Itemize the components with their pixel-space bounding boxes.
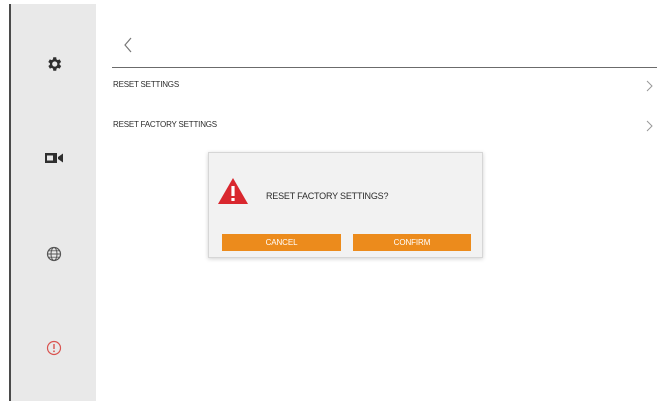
sidebar-item-settings[interactable] xyxy=(11,44,96,88)
sidebar-item-network[interactable] xyxy=(11,234,96,278)
sidebar-item-recording[interactable] xyxy=(11,138,96,182)
menu-item-label: RESET FACTORY SETTINGS xyxy=(113,120,217,129)
back-button[interactable] xyxy=(116,34,140,60)
chevron-right-icon xyxy=(643,119,655,133)
confirm-button[interactable]: CONFIRM xyxy=(353,234,471,251)
chevron-left-icon xyxy=(123,37,133,58)
gear-icon xyxy=(45,55,63,78)
globe-icon xyxy=(46,246,62,267)
menu-item-label: RESET SETTINGS xyxy=(113,80,179,89)
chevron-right-icon xyxy=(643,79,655,93)
header-divider xyxy=(112,67,657,68)
menu-item-reset-settings[interactable]: RESET SETTINGS xyxy=(112,74,657,100)
sidebar xyxy=(11,4,96,401)
info-icon xyxy=(46,340,62,361)
menu-item-reset-factory-settings[interactable]: RESET FACTORY SETTINGS xyxy=(112,114,657,140)
settings-screen: RESET SETTINGS RESET FACTORY SETTINGS RE… xyxy=(0,0,672,401)
warning-icon xyxy=(217,177,249,205)
cancel-button[interactable]: CANCEL xyxy=(222,234,341,251)
video-camera-icon xyxy=(44,151,64,170)
sidebar-item-about[interactable] xyxy=(11,328,96,372)
confirm-dialog: RESET FACTORY SETTINGS? CANCEL CONFIRM xyxy=(208,152,483,258)
dialog-message: RESET FACTORY SETTINGS? xyxy=(266,191,389,201)
